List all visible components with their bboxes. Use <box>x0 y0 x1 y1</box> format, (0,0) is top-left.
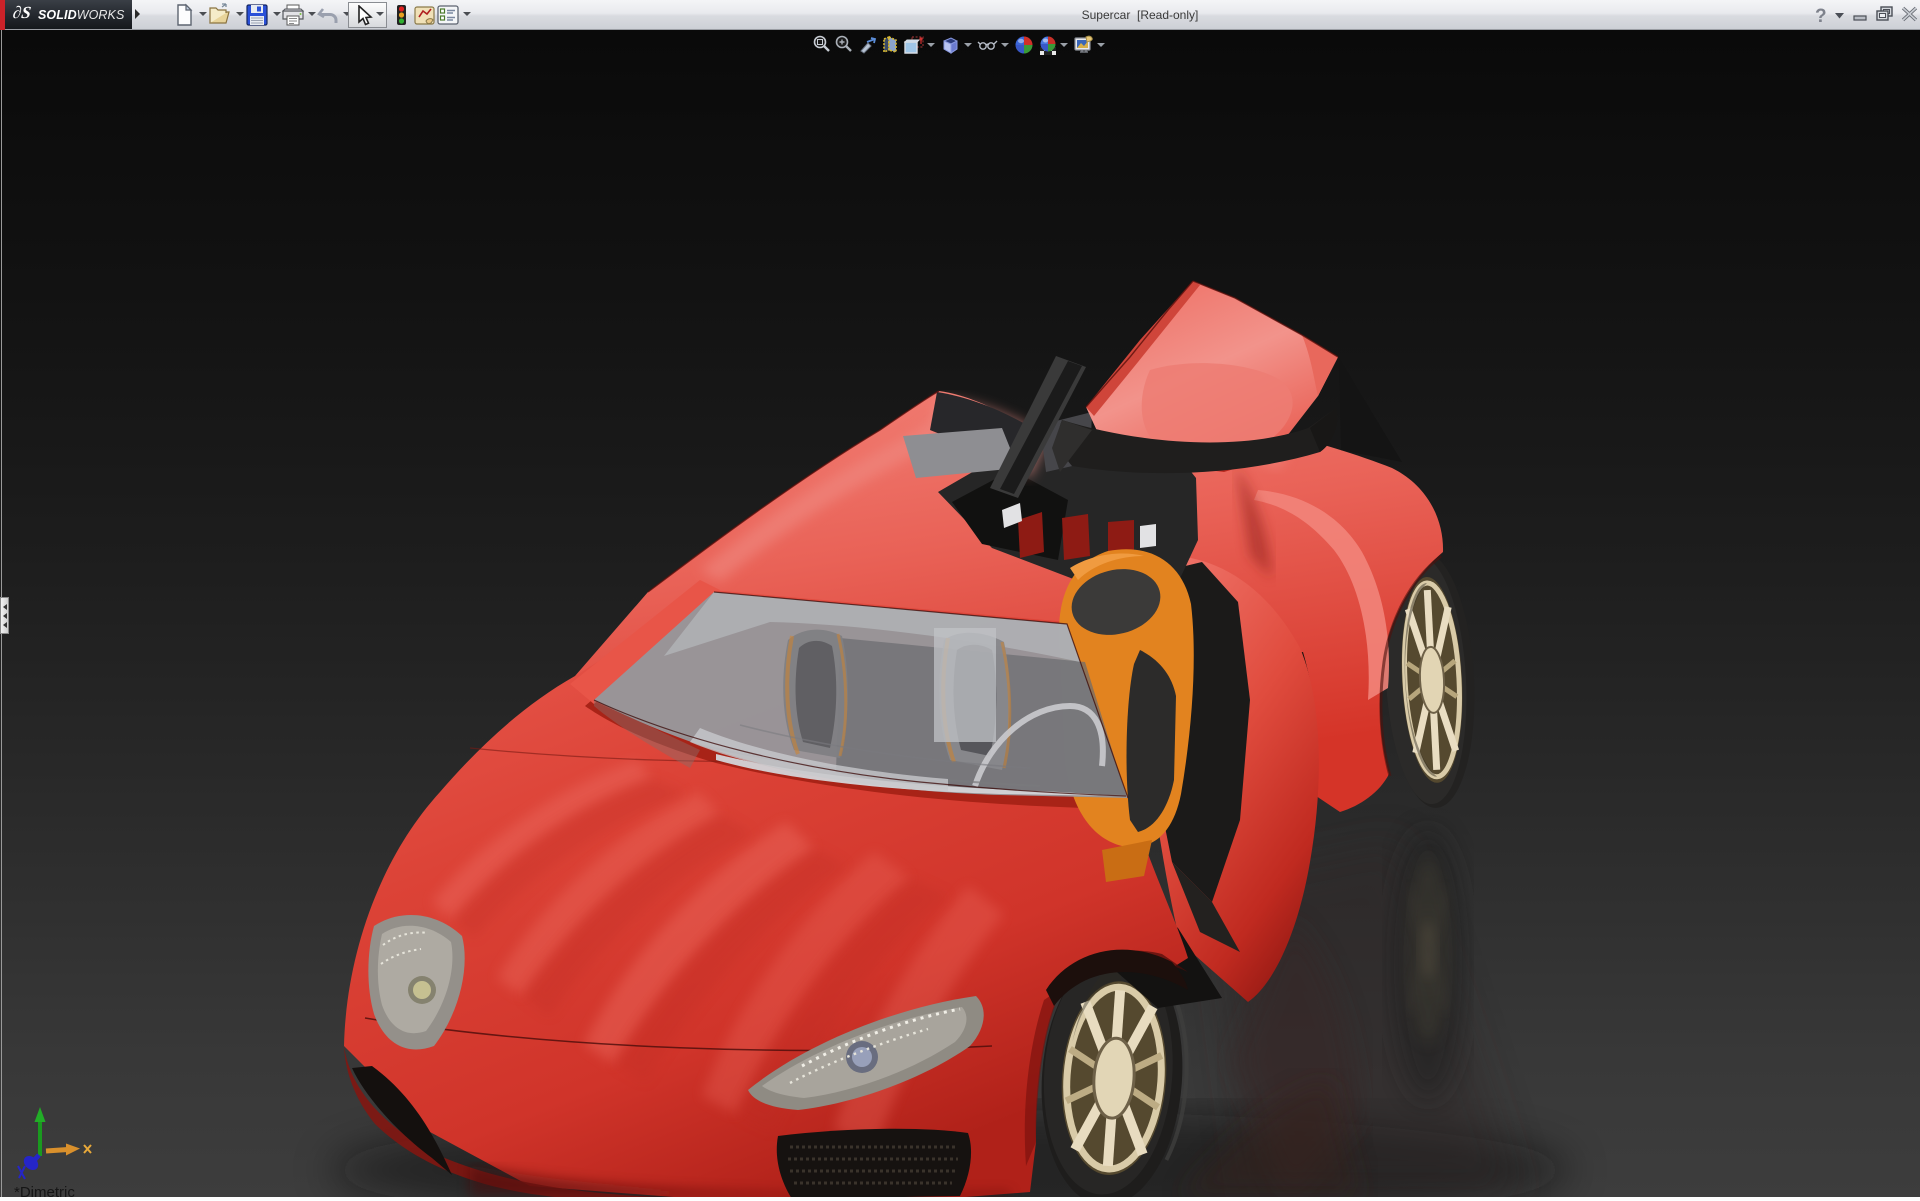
svg-text:?: ? <box>1815 6 1827 27</box>
